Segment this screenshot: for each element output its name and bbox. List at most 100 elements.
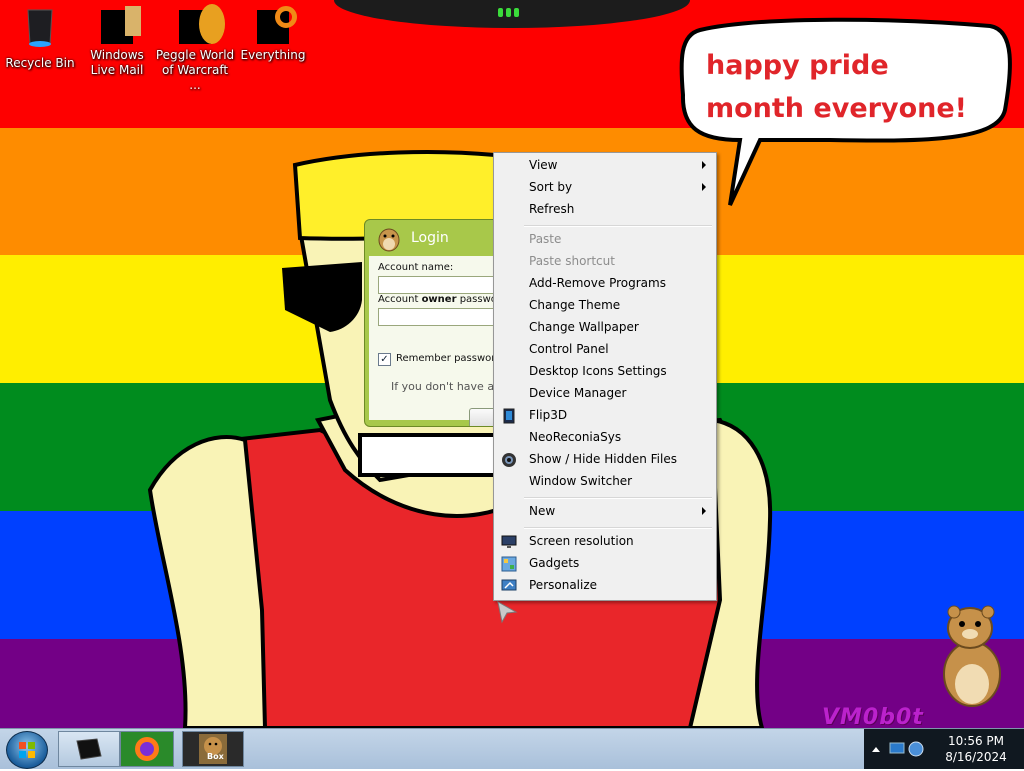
vm-watermark-text: VM0b0t — [822, 705, 924, 728]
remember-password-checkbox[interactable]: ✓ — [378, 353, 391, 366]
login-info-text: If you don't have an a — [391, 380, 506, 393]
login-body: Account name: Account owner password ✓ R… — [369, 256, 506, 426]
gadgets-icon — [501, 556, 517, 572]
start-button[interactable] — [6, 731, 48, 769]
desktop-icon-label: Everything — [240, 48, 306, 62]
menu-item-paste-shortcut[interactable]: Paste shortcut — [496, 251, 714, 273]
remember-password-label: Remember password — [396, 353, 502, 364]
menu-item-change-theme[interactable]: Change Theme — [496, 295, 714, 317]
login-window[interactable]: Login Account name: Account owner passwo… — [364, 219, 506, 427]
menu-item-personalize[interactable]: Personalize — [496, 575, 714, 597]
taskbar-firefox-button[interactable] — [120, 731, 174, 767]
box-app-label: Box — [207, 752, 224, 761]
left-arm — [147, 435, 268, 728]
menu-item-show-hide-hidden-files[interactable]: Show / Hide Hidden Files — [496, 449, 714, 471]
menu-item-device-manager[interactable]: Device Manager — [496, 383, 714, 405]
menu-item-label: New — [529, 504, 556, 518]
menu-item-label: Flip3D — [529, 408, 568, 422]
menu-item-control-panel[interactable]: Control Panel — [496, 339, 714, 361]
network-icon[interactable] — [886, 729, 926, 769]
menu-item-window-switcher[interactable]: Window Switcher — [496, 471, 714, 493]
sunglasses — [282, 262, 362, 332]
menu-item-paste[interactable]: Paste — [496, 229, 714, 251]
menu-item-label: Paste shortcut — [529, 254, 615, 268]
desktop-icon-recycle-bin[interactable]: Recycle Bin — [0, 6, 80, 71]
menu-item-flip3d[interactable]: Flip3D — [496, 405, 714, 427]
menu-item-sort-by[interactable]: Sort by — [496, 177, 714, 199]
submenu-arrow-icon — [702, 507, 706, 515]
menu-item-label: Change Theme — [529, 298, 621, 312]
menu-item-label: Desktop Icons Settings — [529, 364, 667, 378]
everything-icon — [257, 6, 297, 44]
menu-item-label: Screen resolution — [529, 534, 634, 548]
hamster-avatar-icon — [378, 228, 400, 252]
dock-indicator — [498, 8, 503, 17]
menu-item-label: Personalize — [529, 578, 598, 592]
hidden-files-icon — [502, 453, 516, 467]
menu-item-label: Device Manager — [529, 386, 627, 400]
account-name-label: Account name: — [378, 262, 454, 273]
desktop[interactable]: Recycle Bin Windows Live Mail Peggle Wor… — [0, 0, 1024, 728]
recycle-bin-icon — [27, 9, 53, 47]
menu-item-change-wallpaper[interactable]: Change Wallpaper — [496, 317, 714, 339]
hamster-pet-icon — [943, 605, 1001, 707]
owner-password-input[interactable] — [378, 308, 505, 326]
login-title: Login — [411, 230, 449, 246]
menu-item-neoreconiasys[interactable]: NeoReconiaSys — [496, 427, 714, 449]
desktop-context-menu[interactable]: View Sort by Refresh Paste Paste shortcu… — [493, 152, 717, 601]
taskbar-box-app-button[interactable]: Box — [182, 731, 244, 767]
clock-date: 8/16/2024 — [945, 750, 1007, 764]
menu-item-label: View — [529, 158, 558, 172]
desktop-icon-everything[interactable]: Everything — [233, 6, 313, 63]
login-title-bar[interactable]: Login — [365, 220, 505, 256]
menu-item-label: Refresh — [529, 202, 575, 216]
menu-item-gadgets[interactable]: Gadgets — [496, 553, 714, 575]
desktop-icon-windows-live-mail[interactable]: Windows Live Mail — [77, 6, 157, 78]
dock-indicator — [514, 8, 519, 17]
dock-indicator — [506, 8, 511, 17]
peggle-icon — [179, 4, 225, 44]
menu-separator — [524, 225, 712, 227]
menu-item-desktop-icons-settings[interactable]: Desktop Icons Settings — [496, 361, 714, 383]
submenu-arrow-icon — [702, 183, 706, 191]
menu-separator — [524, 497, 712, 499]
menu-item-label: Show / Hide Hidden Files — [529, 452, 677, 466]
desktop-icon-peggle[interactable]: Peggle World of Warcraft ... — [155, 4, 235, 93]
personalize-icon — [501, 579, 517, 591]
show-desktop-icon — [76, 738, 102, 760]
taskbar: Box 10:56 PM 8/16/2024 — [0, 728, 1024, 769]
owner-password-label-pre: Account — [378, 294, 422, 305]
account-name-input[interactable] — [378, 276, 505, 294]
menu-separator — [524, 527, 712, 529]
speech-bubble-text: happy pride month everyone! — [706, 50, 967, 124]
menu-item-label: Change Wallpaper — [529, 320, 639, 334]
menu-item-add-remove-programs[interactable]: Add-Remove Programs — [496, 273, 714, 295]
submenu-arrow-icon — [702, 161, 706, 169]
menu-item-new[interactable]: New — [496, 501, 714, 523]
tray-clock[interactable]: 10:56 PM 8/16/2024 — [936, 733, 1016, 765]
mouse-cursor-icon — [497, 601, 518, 624]
firefox-icon — [135, 737, 159, 761]
windows-logo-icon — [19, 742, 35, 758]
menu-item-screen-resolution[interactable]: Screen resolution — [496, 531, 714, 553]
mouth — [358, 433, 497, 477]
desktop-icon-label: Recycle Bin — [5, 56, 75, 70]
menu-item-label: Gadgets — [529, 556, 580, 570]
system-tray: 10:56 PM 8/16/2024 — [864, 729, 1024, 769]
owner-password-label-bold: owner — [421, 294, 457, 305]
menu-item-view[interactable]: View — [496, 155, 714, 177]
taskbar-show-desktop-button[interactable] — [58, 731, 120, 767]
menu-item-label: Sort by — [529, 180, 573, 194]
menu-item-refresh[interactable]: Refresh — [496, 199, 714, 221]
mail-icon — [101, 6, 141, 44]
tray-expand-icon[interactable] — [870, 729, 882, 769]
clock-time: 10:56 PM — [948, 734, 1004, 748]
menu-item-label: Control Panel — [529, 342, 609, 356]
desktop-icon-label: Windows Live Mail — [90, 48, 144, 77]
menu-item-label: Paste — [529, 232, 562, 246]
monitor-icon — [501, 535, 517, 548]
desktop-icon-label: Peggle World of Warcraft ... — [155, 48, 235, 92]
owner-password-label: Account owner password — [378, 294, 505, 305]
menu-item-label: Window Switcher — [529, 474, 633, 488]
flip3d-icon — [503, 408, 515, 424]
